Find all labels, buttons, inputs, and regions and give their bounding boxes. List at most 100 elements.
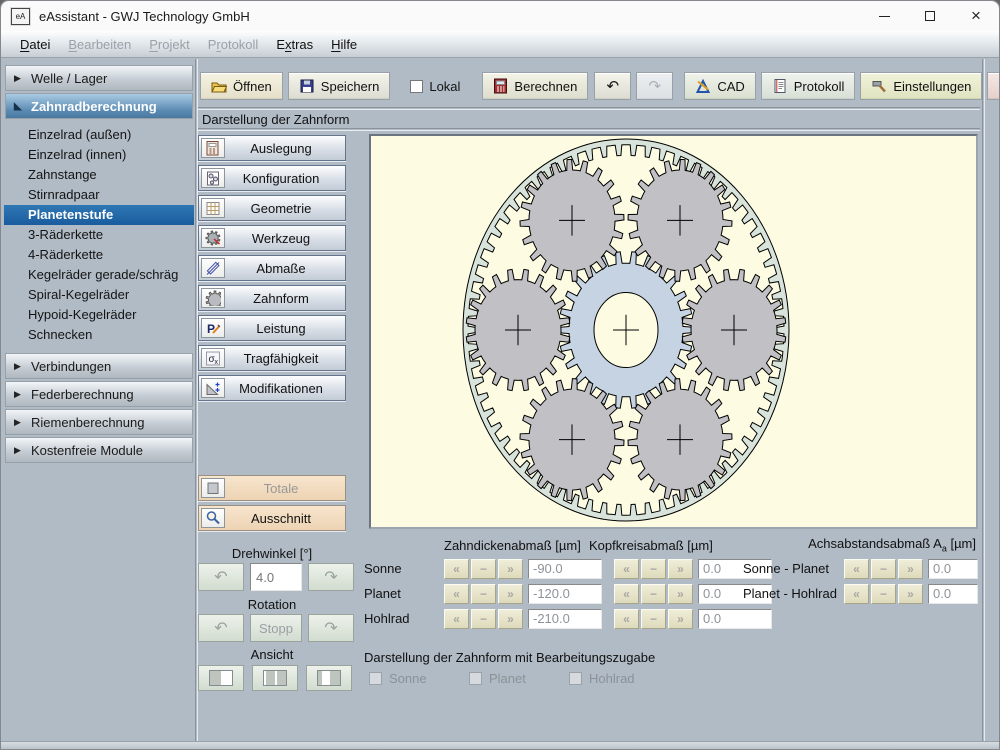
redo-button[interactable]: ↷ — [636, 72, 674, 100]
step-zero-button[interactable]: − — [641, 608, 666, 629]
sidebar-section-federberechnung[interactable]: ▶ Federberechnung — [5, 381, 193, 407]
zahnform-button[interactable]: Zahnform — [198, 285, 346, 311]
step-down-fast-button[interactable]: « — [614, 608, 639, 629]
hohlrad-checkbox[interactable] — [569, 672, 582, 685]
app-window: eA eAssistant - GWJ Technology GmbH × Da… — [0, 0, 1000, 750]
open-button[interactable]: Öffnen — [200, 72, 283, 100]
undo-button[interactable]: ↶ — [594, 72, 632, 100]
stopp-button[interactable]: Stopp — [250, 614, 302, 642]
maximize-button[interactable] — [907, 1, 953, 31]
settings-button[interactable]: Einstellungen — [860, 72, 983, 100]
step-down-fast-button[interactable]: « — [614, 583, 639, 604]
sidebar-item-zahnstange[interactable]: Zahnstange — [4, 165, 194, 185]
menu-hilfe[interactable]: Hilfe — [322, 34, 366, 55]
sidebar-item-spiral-kegelraeder[interactable]: Spiral-Kegelräder — [4, 285, 194, 305]
step-zero-button[interactable]: − — [471, 558, 496, 579]
maximize-icon — [925, 11, 935, 21]
sidebar-item-stirnradpaar[interactable]: Stirnradpaar — [4, 185, 194, 205]
step-zero-button[interactable]: − — [471, 583, 496, 604]
kopfkreis-input-hohlrad[interactable] — [698, 608, 772, 629]
step-up-fast-button[interactable]: » — [668, 608, 693, 629]
rotation-cw-button[interactable]: ↷ — [308, 614, 354, 642]
sidebar-item-planetenstufe[interactable]: Planetenstufe — [4, 205, 194, 225]
step-up-fast-button[interactable]: » — [898, 583, 923, 604]
sidebar-item-einzelrad-aussen[interactable]: Einzelrad (außen) — [4, 125, 194, 145]
sidebar-section-verbindungen[interactable]: ▶ Verbindungen — [5, 353, 193, 379]
geometrie-button[interactable]: Geometrie — [198, 195, 346, 221]
rotation-ccw-button[interactable]: ↶ — [198, 614, 244, 642]
step-down-fast-button[interactable]: « — [444, 583, 469, 604]
zahndicken-input-planet[interactable] — [528, 583, 602, 604]
sidebar-item-4-raederkette[interactable]: 4-Räderkette — [4, 245, 194, 265]
sidebar-item-schnecken[interactable]: Schnecken — [4, 325, 194, 345]
sidebar-item-hypoid-kegelraeder[interactable]: Hypoid-Kegelräder — [4, 305, 194, 325]
tragfaehigkeit-button[interactable]: σx Tragfähigkeit — [198, 345, 346, 371]
sonne-checkbox[interactable] — [369, 672, 382, 685]
achsabstand-input-sonne-planet[interactable] — [928, 558, 978, 579]
achsabstand-input-planet-hohlrad[interactable] — [928, 583, 978, 604]
gear-canvas[interactable] — [369, 134, 978, 529]
view-split-button[interactable] — [252, 665, 298, 691]
sidebar-section-riemenberechnung[interactable]: ▶ Riemenberechnung — [5, 409, 193, 435]
collapsed-arrow-icon: ▶ — [14, 72, 21, 83]
step-down-fast-button[interactable]: « — [444, 558, 469, 579]
menu-extras[interactable]: Extras — [267, 34, 322, 55]
step-up-fast-button[interactable]: » — [498, 558, 523, 579]
leistung-button[interactable]: P Leistung — [198, 315, 346, 341]
sidebar-section-zahnradberechnung[interactable]: ◣ Zahnradberechnung — [5, 93, 193, 119]
save-button[interactable]: Speichern — [287, 72, 391, 100]
settings-hammer-icon — [872, 81, 887, 93]
step-zero-button[interactable]: − — [641, 583, 666, 604]
achsabstand-header: Achsabstandsabmaß Aa [µm] — [808, 536, 976, 554]
sidebar-item-kegelraeder[interactable]: Kegelräder gerade/schräg — [4, 265, 194, 285]
step-zero-button[interactable]: − — [871, 558, 896, 579]
minimize-button[interactable] — [861, 1, 907, 31]
step-up-fast-button[interactable]: » — [498, 583, 523, 604]
step-up-fast-button[interactable]: » — [898, 558, 923, 579]
zahndicken-input-sonne[interactable] — [528, 558, 602, 579]
step-zero-button[interactable]: − — [471, 608, 496, 629]
konfiguration-button[interactable]: Konfiguration — [198, 165, 346, 191]
step-down-fast-button[interactable]: « — [844, 558, 869, 579]
sidebar-section-welle-lager[interactable]: ▶ Welle / Lager — [5, 65, 193, 91]
auslegung-button[interactable]: Auslegung — [198, 135, 346, 161]
step-up-fast-button[interactable]: » — [668, 558, 693, 579]
konfiguration-icon — [201, 168, 225, 188]
totale-button[interactable]: Totale — [198, 475, 346, 501]
close-button[interactable]: × — [953, 1, 999, 31]
magnifier-icon — [201, 508, 225, 528]
rotate-cw-step-button[interactable]: ↷ — [308, 563, 354, 591]
view-right-button[interactable] — [306, 665, 352, 691]
planet-checkbox[interactable] — [469, 672, 482, 685]
row-label: Sonne — [364, 561, 402, 576]
step-zero-button[interactable]: − — [641, 558, 666, 579]
drehwinkel-input[interactable] — [250, 563, 302, 591]
menu-protokoll: Protokoll — [207, 36, 259, 52]
sidebar-section-kostenfreie-module[interactable]: ▶ Kostenfreie Module — [5, 437, 193, 463]
modifikationen-button[interactable]: Modifikationen — [198, 375, 346, 401]
svg-text:x: x — [215, 359, 219, 366]
protocol-button[interactable]: Protokoll — [760, 72, 856, 100]
step-down-fast-button[interactable]: « — [614, 558, 639, 579]
sidebar-item-einzelrad-innen[interactable]: Einzelrad (innen) — [4, 145, 194, 165]
calculate-button[interactable]: Berechnen — [482, 72, 589, 100]
drehwinkel-label: Drehwinkel [°] — [231, 546, 313, 561]
view-left-button[interactable] — [198, 665, 244, 691]
ausschnitt-button[interactable]: Ausschnitt — [198, 505, 346, 531]
rotate-ccw-step-button[interactable]: ↶ — [198, 563, 244, 591]
step-zero-button[interactable]: − — [871, 583, 896, 604]
step-up-fast-button[interactable]: » — [668, 583, 693, 604]
step-up-fast-button[interactable]: » — [498, 608, 523, 629]
sidebar-item-3-raederkette[interactable]: 3-Räderkette — [4, 225, 194, 245]
help-button[interactable]: ? Hilfe — [987, 72, 999, 100]
step-down-fast-button[interactable]: « — [444, 608, 469, 629]
werkzeug-button[interactable]: Werkzeug — [198, 225, 346, 251]
zahndicken-input-hohlrad[interactable] — [528, 608, 602, 629]
menu-datei[interactable]: Datei — [11, 34, 59, 55]
hohlrad-checkbox-label: Hohlrad — [589, 671, 635, 686]
sidebar-item-list: Einzelrad (außen) Einzelrad (innen) Zahn… — [4, 121, 194, 351]
local-checkbox[interactable] — [410, 79, 424, 93]
abmasse-button[interactable]: Abmaße — [198, 255, 346, 281]
step-down-fast-button[interactable]: « — [844, 583, 869, 604]
cad-button[interactable]: CAD — [684, 72, 756, 100]
